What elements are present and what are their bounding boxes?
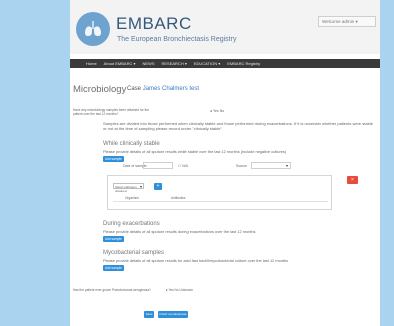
lungs-logo-icon[interactable] <box>76 12 110 46</box>
chevron-down-icon: ▾ <box>132 61 136 66</box>
add-exacerbation-sample-button[interactable]: Add sample <box>103 236 124 242</box>
main-nav: Home About EMBARC ▾ NEWS RESEARCH ▾ EDUC… <box>70 59 380 68</box>
stable-text: Please provide details of all sputum res… <box>103 149 287 154</box>
case-info: Case James Chalmers test <box>127 86 199 92</box>
page-container: EMBARC The European Bronchiectasis Regis… <box>70 0 380 326</box>
pseudomonas-options-label: Yes No Unknown <box>168 288 193 292</box>
question-pseudomonas-text: Has the patient ever grown Pseudomonas a… <box>73 288 151 292</box>
section-description: Samples are divided into those performed… <box>103 121 373 132</box>
brand-subtitle: The European Bronchiectasis Registry <box>117 36 237 43</box>
nav-item-research[interactable]: RESEARCH ▾ <box>161 61 186 66</box>
left-background-band <box>0 0 70 326</box>
welcome-label: Welcome admin <box>322 19 355 24</box>
exacerbations-text: Please provide details of all sputum res… <box>103 229 256 234</box>
chevron-down-icon: ▾ <box>217 61 221 66</box>
nav-item-home[interactable]: Home <box>86 61 97 66</box>
brand-name[interactable]: EMBARC <box>116 14 192 34</box>
add-stable-sample-button[interactable]: Add sample <box>103 156 124 162</box>
page-title: Microbiology <box>73 84 127 95</box>
chevron-down-icon: ▾ <box>139 183 142 189</box>
user-menu-dropdown[interactable]: Welcome admin ▾ <box>318 16 376 27</box>
sample-entry-box <box>107 175 332 210</box>
column-header-antibiotics: Antibiotics <box>171 196 186 200</box>
nav-item-news[interactable]: NEWS <box>142 61 154 66</box>
table-divider <box>113 201 328 202</box>
exacerbations-heading: During exacerbations <box>103 221 160 227</box>
samples-obtained-radio-group[interactable]: ● Yes No <box>210 109 224 113</box>
mycobacterial-heading: Mycobacterial samples <box>103 250 165 256</box>
source-label: Source <box>236 164 248 168</box>
nav-item-education[interactable]: EDUCATION ▾ <box>194 61 220 66</box>
nav-item-about-label: About EMBARC <box>103 61 133 66</box>
question-samples-obtained: Have any microbiology samples been obtai… <box>73 108 150 116</box>
add-pathogen-button[interactable]: + <box>154 183 162 190</box>
case-name-link[interactable]: James Chalmers test <box>143 86 199 92</box>
chevron-down-icon: ▾ <box>285 163 288 168</box>
add-mycobacterial-sample-button[interactable]: Add sample <box>103 265 124 271</box>
finish-completeness-button[interactable]: Finish completeness <box>158 311 188 318</box>
pseudomonas-radio-group[interactable]: ● Yes No Unknown <box>166 288 193 292</box>
right-background-band <box>380 0 394 326</box>
nav-item-research-label: RESEARCH <box>161 61 184 66</box>
question-pseudomonas: Has the patient ever grown Pseudomonas a… <box>73 288 193 292</box>
nav-item-registry[interactable]: EMBARC Registry <box>227 61 260 66</box>
date-of-sample-input[interactable] <box>143 162 173 169</box>
pathogen-select[interactable]: Select pathogen obtained ▾ <box>113 183 144 193</box>
case-prefix: Case <box>127 86 142 92</box>
nav-item-about[interactable]: About EMBARC ▾ <box>104 61 136 66</box>
chevron-down-icon: ▾ <box>355 19 358 24</box>
nav-item-education-label: EDUCATION <box>193 61 218 66</box>
na-checkbox[interactable]: ☐ N/A <box>178 164 188 168</box>
column-header-organism: Organism <box>125 196 139 200</box>
stable-heading: While clinically stable <box>103 141 160 147</box>
radio-selected-icon[interactable]: ● <box>210 109 212 113</box>
mycobacterial-text: Please provide details of all sputum res… <box>103 258 289 263</box>
site-header: EMBARC The European Bronchiectasis Regis… <box>70 0 380 54</box>
chevron-down-icon: ▾ <box>183 61 187 66</box>
radio-options-label: Yes No <box>213 109 225 113</box>
source-select[interactable]: ▾ <box>251 162 291 169</box>
save-button[interactable]: Save <box>144 311 154 318</box>
na-label: N/A <box>182 164 188 168</box>
delete-sample-button[interactable]: × <box>347 176 358 184</box>
checkbox-icon[interactable]: ☐ <box>178 164 181 168</box>
